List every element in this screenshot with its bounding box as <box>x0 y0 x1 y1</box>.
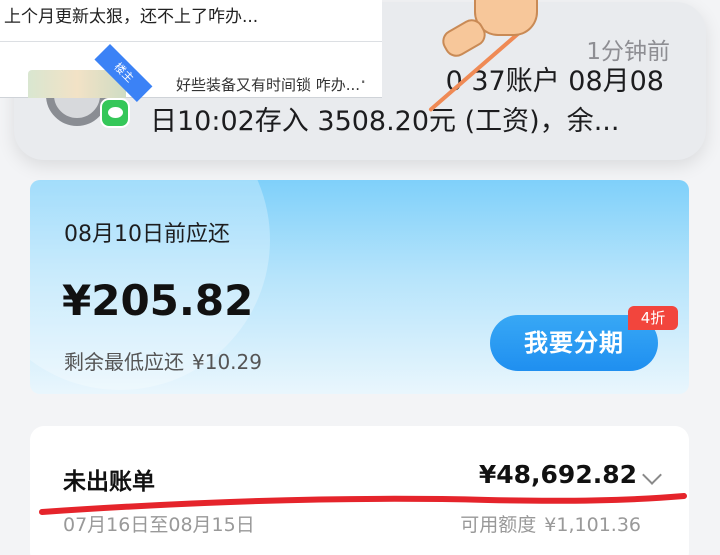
overlay-message: 好些装备又有时间锁 咋办... <box>176 76 361 94</box>
overlay-title: 上个月更新太狠，还不上了咋办... <box>0 4 382 42</box>
notification-time: 1分钟前 <box>586 39 670 65</box>
unbilled-card[interactable]: 未出账单 ¥48,692.82 07月16日至08月15日 可用额度 ¥1,101… <box>30 426 689 555</box>
minimum-due-label: 剩余最低应还 <box>64 350 184 374</box>
overlay-tail: · <box>360 70 367 94</box>
minimum-due: 剩余最低应还 ¥10.29 <box>64 346 262 375</box>
unbilled-title: 未出账单 <box>63 469 155 495</box>
due-amount: ¥205.82 <box>62 276 254 325</box>
pointing-hand-icon <box>474 0 538 36</box>
unbilled-amount: ¥48,692.82 <box>478 460 637 489</box>
notification-body-line2: 日10:02存入 3508.20元 (工资)，余... <box>150 106 620 137</box>
repayment-card[interactable]: 08月10日前应还 ¥205.82 剩余最低应还 ¥10.29 我要分期 4折 <box>30 180 689 394</box>
chevron-down-icon[interactable] <box>642 465 662 485</box>
red-underline-annotation <box>39 493 687 515</box>
chat-overlay: 上个月更新太狠，还不上了咋办... 楼主 好些装备又有时间锁 咋办... · <box>0 0 382 102</box>
due-date-label: 08月10日前应还 <box>64 222 230 247</box>
minimum-due-value: ¥10.29 <box>192 350 262 374</box>
messages-app-icon <box>100 98 130 128</box>
discount-tag: 4折 <box>628 306 678 330</box>
